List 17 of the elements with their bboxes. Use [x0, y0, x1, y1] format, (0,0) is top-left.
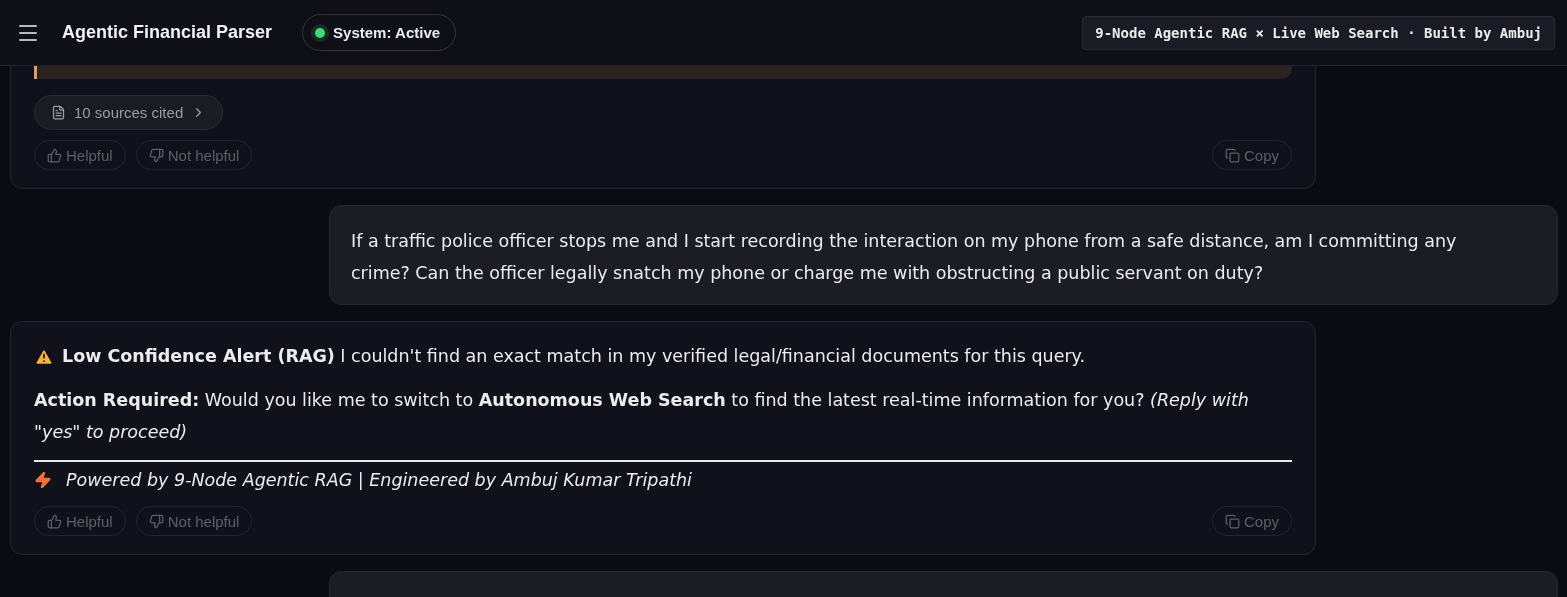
copy-icon — [1224, 147, 1240, 163]
app-title: Agentic Financial Parser — [62, 22, 273, 43]
thumbs-up-icon — [47, 513, 62, 529]
message-text: Low Confidence Alert (RAG) I couldn't find an exact match in my verified legal/financial documents for this query. — [62, 345, 1086, 368]
thumbs-down-icon — [148, 513, 164, 529]
copy-icon — [1224, 513, 1240, 529]
message-text: Action Required: Would you like me to switch to Autonomous Web Search to find the latest real-time information for you? (Reply with "yes" to proceed) — [34, 389, 1250, 444]
footer-credit: Powered by 9-Node Agentic RAG | Engineered by Ambuj Kumar Tripathi — [66, 469, 692, 492]
thumbs-down-icon — [148, 147, 164, 163]
credit-banner: 9-Node Agentic RAG × Live Web Search · Built by Ambuj — [1082, 15, 1555, 50]
lightning-icon — [34, 471, 52, 489]
thumbs-up-icon — [47, 147, 62, 163]
user-message: If a traffic police officer stops me and I start recording the interaction on my phone from a safe distance, am I committing any crime? Can the officer legally snatch my phone or charge me with obstructing a public servant on duty? — [329, 205, 1558, 305]
document-icon — [51, 105, 66, 120]
warning-icon — [34, 347, 54, 367]
sources-button[interactable]: 10 sources cited — [34, 95, 224, 130]
status-label: System: Active — [333, 24, 441, 41]
